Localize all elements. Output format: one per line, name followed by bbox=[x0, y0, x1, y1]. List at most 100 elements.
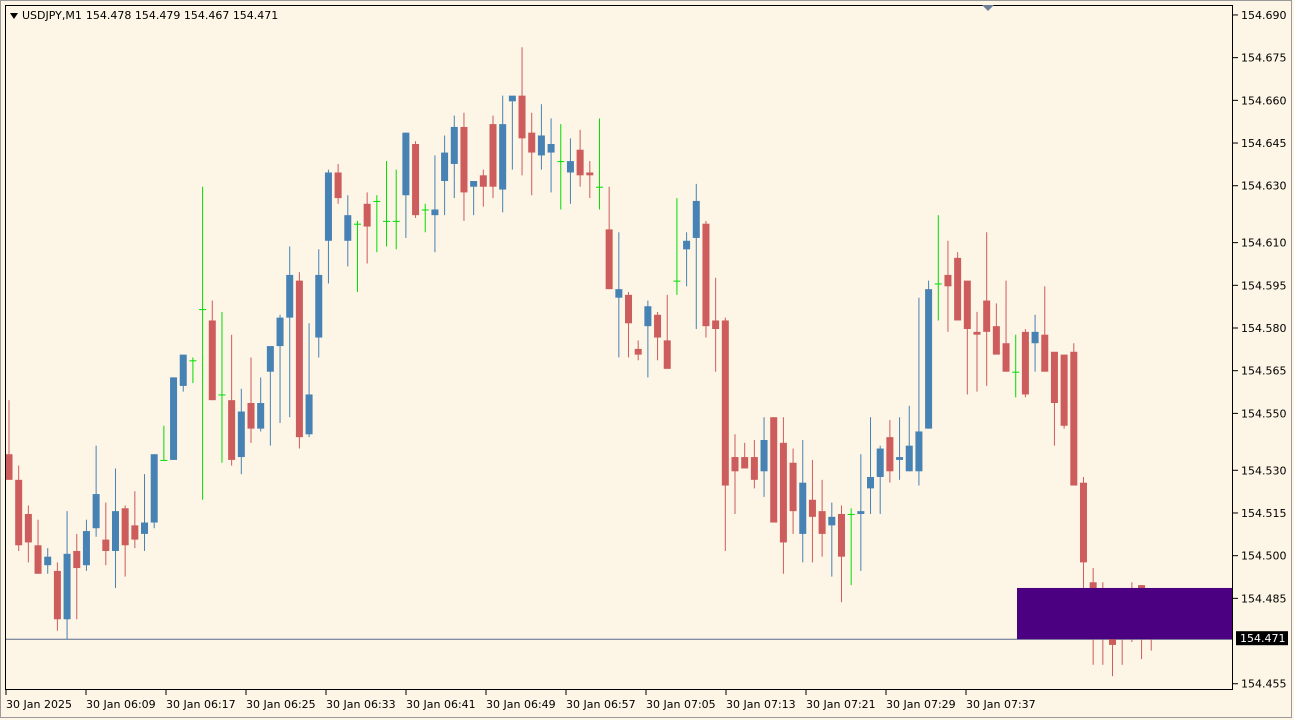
candle bbox=[131, 491, 139, 549]
candle-body bbox=[508, 95, 516, 102]
candle bbox=[247, 357, 255, 443]
candle-body bbox=[237, 411, 245, 458]
candle-body bbox=[518, 95, 526, 139]
candle-body bbox=[489, 124, 497, 187]
candle-body bbox=[799, 482, 807, 534]
candle bbox=[121, 505, 129, 577]
candle-body bbox=[15, 479, 23, 546]
candle bbox=[1060, 354, 1068, 429]
candle bbox=[392, 169, 400, 250]
candle bbox=[576, 129, 584, 187]
candle bbox=[508, 95, 516, 170]
candle bbox=[44, 548, 52, 574]
candle-body bbox=[1031, 331, 1039, 344]
candle bbox=[402, 132, 410, 238]
candle-body bbox=[344, 215, 352, 241]
candle bbox=[770, 417, 778, 523]
candle bbox=[789, 448, 797, 534]
candle-body bbox=[363, 203, 371, 227]
price-zone-box[interactable] bbox=[1017, 587, 1232, 640]
candle-body bbox=[353, 223, 361, 225]
candle bbox=[828, 502, 836, 577]
candle-body bbox=[383, 220, 391, 222]
candle bbox=[760, 417, 768, 497]
candle-body bbox=[1012, 371, 1020, 373]
candle bbox=[973, 311, 981, 392]
candle-body bbox=[218, 394, 226, 396]
candle bbox=[896, 417, 904, 480]
candle bbox=[1050, 351, 1058, 446]
candle bbox=[63, 511, 71, 640]
candle-body bbox=[992, 326, 1000, 355]
triangle-down-icon[interactable] bbox=[10, 12, 18, 19]
candle bbox=[1021, 329, 1029, 398]
candle bbox=[692, 183, 700, 330]
candle bbox=[499, 95, 507, 213]
candle bbox=[431, 155, 439, 253]
candle-body bbox=[896, 457, 904, 460]
candle bbox=[905, 405, 913, 472]
plot-area[interactable] bbox=[5, 5, 1233, 690]
candle-body bbox=[53, 570, 61, 620]
candle-body bbox=[915, 431, 923, 472]
candle bbox=[586, 161, 594, 199]
candle bbox=[741, 442, 749, 469]
candle bbox=[876, 445, 884, 514]
candle bbox=[479, 169, 487, 207]
candle-body bbox=[150, 454, 158, 523]
candle-body bbox=[934, 283, 942, 285]
candle-body bbox=[295, 280, 303, 438]
candle bbox=[1079, 476, 1087, 597]
candle-body bbox=[566, 161, 574, 173]
candle-body bbox=[189, 360, 197, 362]
candle bbox=[615, 232, 623, 358]
candle bbox=[15, 465, 23, 551]
candle bbox=[702, 220, 710, 338]
candle bbox=[141, 474, 149, 551]
candle-body bbox=[170, 377, 178, 460]
candle-body bbox=[702, 223, 710, 327]
candle-body bbox=[586, 172, 594, 176]
candle bbox=[683, 232, 691, 287]
candle-body bbox=[441, 152, 449, 182]
candle bbox=[625, 292, 633, 358]
candle-body bbox=[286, 274, 294, 318]
candle-body bbox=[963, 280, 971, 330]
candle-body bbox=[24, 513, 32, 543]
candle bbox=[170, 377, 178, 460]
candle bbox=[721, 317, 729, 551]
candle bbox=[1070, 343, 1078, 486]
candle-body bbox=[595, 186, 603, 188]
candle-body bbox=[208, 320, 216, 401]
candle-body bbox=[876, 448, 884, 477]
candle-body bbox=[324, 172, 332, 241]
candle-body bbox=[644, 306, 652, 327]
candle-body bbox=[34, 545, 42, 574]
shift-marker-icon[interactable] bbox=[982, 5, 994, 11]
candle-body bbox=[276, 317, 284, 347]
candle bbox=[295, 272, 303, 449]
candle-body bbox=[818, 511, 826, 534]
candle bbox=[73, 533, 81, 620]
candle-body bbox=[73, 550, 81, 569]
candle-body bbox=[683, 240, 691, 250]
candle-body bbox=[305, 394, 313, 435]
candle-body bbox=[228, 400, 236, 460]
candle-body bbox=[450, 126, 458, 164]
candle-body bbox=[925, 289, 933, 429]
candle-body bbox=[857, 511, 865, 514]
candle-body bbox=[973, 331, 981, 335]
candle-body bbox=[392, 220, 400, 222]
candle bbox=[160, 425, 168, 461]
candlestick-chart[interactable] bbox=[6, 6, 1232, 689]
candle-body bbox=[141, 522, 149, 534]
candle-body bbox=[770, 417, 778, 523]
candle-body bbox=[121, 508, 129, 546]
candle bbox=[189, 357, 197, 384]
candle-body bbox=[557, 161, 565, 163]
candle-body bbox=[654, 314, 662, 338]
candle bbox=[799, 439, 807, 563]
candle-body bbox=[102, 539, 110, 551]
candle bbox=[179, 354, 187, 392]
candle bbox=[750, 439, 758, 489]
